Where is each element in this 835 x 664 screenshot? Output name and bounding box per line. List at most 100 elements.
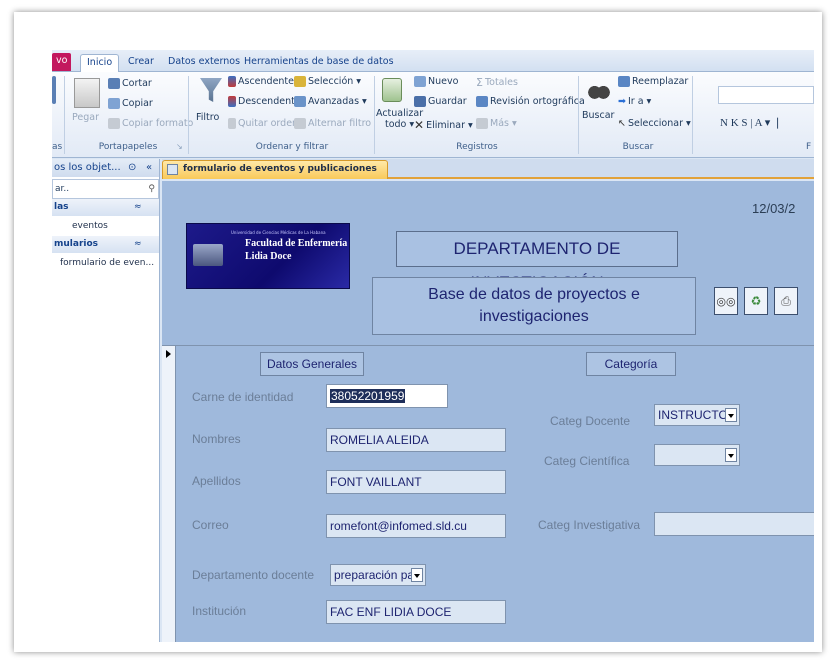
categ-docente-combo[interactable]: INSTRUCTOR [654, 404, 740, 426]
collapse-chevron-icon[interactable]: ≈ [134, 199, 142, 216]
nav-header[interactable]: os los objet... ⊙ « [52, 159, 159, 177]
tab-crear[interactable]: Crear [122, 54, 160, 72]
label-institucion: Institución [192, 604, 247, 618]
ribbon-tabs: vo Inicio Crear Datos externos Herramien… [52, 50, 814, 72]
tab-herramientas[interactable]: Herramientas de base de datos [238, 54, 400, 72]
advanced-button[interactable]: Avanzadas ▾ [294, 96, 367, 107]
dropdown-arrow-icon[interactable] [725, 448, 737, 462]
ribbon: as Pegar Cortar Copiar Copiar formato Po… [52, 72, 814, 158]
more-label: Más ▾ [490, 118, 517, 129]
cut-button[interactable]: Cortar [108, 78, 152, 89]
tab-inicio[interactable]: Inicio [80, 54, 120, 72]
clipboard-group-label: Portapapeles [98, 142, 158, 152]
goto-button[interactable]: ➡ Ir a ▾ [618, 96, 651, 107]
current-record-icon [166, 350, 171, 358]
nav-item-eventos[interactable]: eventos [52, 216, 159, 236]
brush-icon [108, 118, 120, 129]
search-icon[interactable]: ⚲ [148, 180, 155, 198]
more-icon [476, 118, 488, 129]
find-button[interactable]: Buscar [582, 110, 614, 121]
select-button[interactable]: ↖ Seleccionar ▾ [618, 118, 691, 129]
tab-archivo[interactable]: vo [52, 53, 72, 71]
form-subtitle: Base de datos de proyectos e investigaci… [372, 277, 696, 335]
more-button[interactable]: Más ▾ [476, 118, 517, 129]
text-format-buttons[interactable]: N K S | A ▾ ❘ [720, 116, 782, 129]
categ-cientifica-combo[interactable] [654, 444, 740, 466]
sort-descending-button[interactable]: Descendente [228, 96, 301, 107]
find-record-button[interactable]: ◎◎ [714, 287, 738, 315]
access-window: vo Inicio Crear Datos externos Herramien… [52, 50, 814, 642]
document-tab-bar: formulario de eventos y publicaciones [162, 159, 814, 179]
filter-icon [200, 78, 222, 102]
print-button[interactable]: ⎙ [774, 287, 798, 315]
cut-label: Cortar [122, 78, 152, 89]
nav-category-tables-label: las [54, 202, 69, 212]
logo-university: Universidad de Ciencias Médicas de La Ha… [231, 230, 326, 235]
nav-search-input[interactable]: ar.. ⚲ [52, 179, 159, 199]
record-selector[interactable] [162, 346, 176, 642]
scissors-icon [108, 78, 120, 89]
nav-category-tables[interactable]: las ≈ [52, 199, 159, 216]
totals-label: Totales [484, 77, 518, 88]
replace-button[interactable]: Reemplazar [618, 76, 688, 87]
recycle-icon: ♻ [750, 294, 762, 308]
clipboard-launcher-icon[interactable]: ↘ [176, 142, 183, 151]
apellidos-field[interactable]: FONT VAILLANT [326, 470, 506, 494]
replace-icon [618, 76, 630, 87]
paste-icon [74, 78, 100, 108]
label-apellidos: Apellidos [192, 474, 241, 488]
save-button[interactable]: Guardar [414, 96, 467, 107]
filter-button[interactable]: Filtro [196, 112, 219, 123]
departamento-combo[interactable]: preparación pa [330, 564, 426, 586]
correo-field[interactable]: romefont@infomed.sld.cu [326, 514, 506, 538]
section-datos-generales: Datos Generales [260, 352, 364, 376]
paste-button[interactable]: Pegar [72, 112, 99, 123]
tab-datos-externos[interactable]: Datos externos [162, 54, 246, 72]
selection-button[interactable]: Selección ▾ [294, 76, 361, 87]
clear-sort-button[interactable]: Quitar orden [228, 118, 298, 129]
copy-button[interactable]: Copiar [108, 98, 153, 109]
sort-ascending-label: Ascendente [238, 76, 295, 87]
sigma-icon: Σ [476, 76, 483, 89]
dropdown-arrow-icon[interactable] [725, 408, 737, 422]
screenshot-frame: vo Inicio Crear Datos externos Herramien… [14, 12, 822, 652]
advanced-icon [294, 96, 306, 107]
spelling-button[interactable]: Revisión ortográfica [476, 96, 585, 107]
collapse-chevron-icon[interactable]: ≈ [134, 236, 142, 253]
format-painter-label: Copiar formato [122, 118, 194, 129]
carne-field[interactable]: 38052201959 [326, 384, 448, 408]
sort-ascending-button[interactable]: Ascendente [228, 76, 294, 87]
nav-collapse-icon[interactable]: « [146, 159, 152, 177]
label-categ-docente: Categ Docente [550, 414, 631, 428]
font-name-box[interactable] [718, 86, 814, 104]
goto-label: Ir a ▾ [627, 96, 652, 107]
nav-dropdown-icon[interactable]: ⊙ [128, 159, 136, 177]
toggle-filter-icon [294, 118, 306, 129]
tab-formulario-eventos[interactable]: formulario de eventos y publicaciones [162, 160, 388, 179]
sort-desc-icon [228, 96, 236, 107]
nav-category-forms-label: mularios [54, 239, 99, 249]
separator [374, 76, 375, 154]
label-correo: Correo [192, 518, 229, 532]
save-icon [414, 96, 426, 107]
copy-icon [108, 98, 120, 109]
form-header: 12/03/2 Universidad de Ciencias Médicas … [162, 181, 814, 335]
delete-button[interactable]: ✕ Eliminar ▾ [414, 118, 473, 132]
nav-category-forms[interactable]: mularios ≈ [52, 236, 159, 253]
date-display: 12/03/2 [752, 201, 796, 216]
totals-button[interactable]: Σ Totales [476, 76, 518, 89]
nav-item-formulario[interactable]: formulario de even... [52, 253, 159, 273]
label-carne: Carne de identidad [192, 390, 294, 404]
new-record-button[interactable]: Nuevo [414, 76, 458, 87]
institucion-field[interactable]: FAC ENF LIDIA DOCE [326, 600, 506, 624]
nombres-field[interactable]: ROMELIA ALEIDA [326, 428, 506, 452]
categ-investigativa-field[interactable] [654, 512, 814, 536]
arrow-right-icon: ➡ [618, 96, 626, 107]
format-painter-button[interactable]: Copiar formato [108, 118, 193, 129]
toggle-filter-button[interactable]: Alternar filtro [294, 118, 371, 129]
clear-sort-label: Quitar orden [238, 118, 299, 129]
dropdown-arrow-icon[interactable] [411, 568, 423, 582]
trash-button[interactable]: ♻ [744, 287, 768, 315]
logo-line1: Facultad de Enfermería [245, 238, 348, 249]
sort-descending-label: Descendente [238, 96, 301, 107]
